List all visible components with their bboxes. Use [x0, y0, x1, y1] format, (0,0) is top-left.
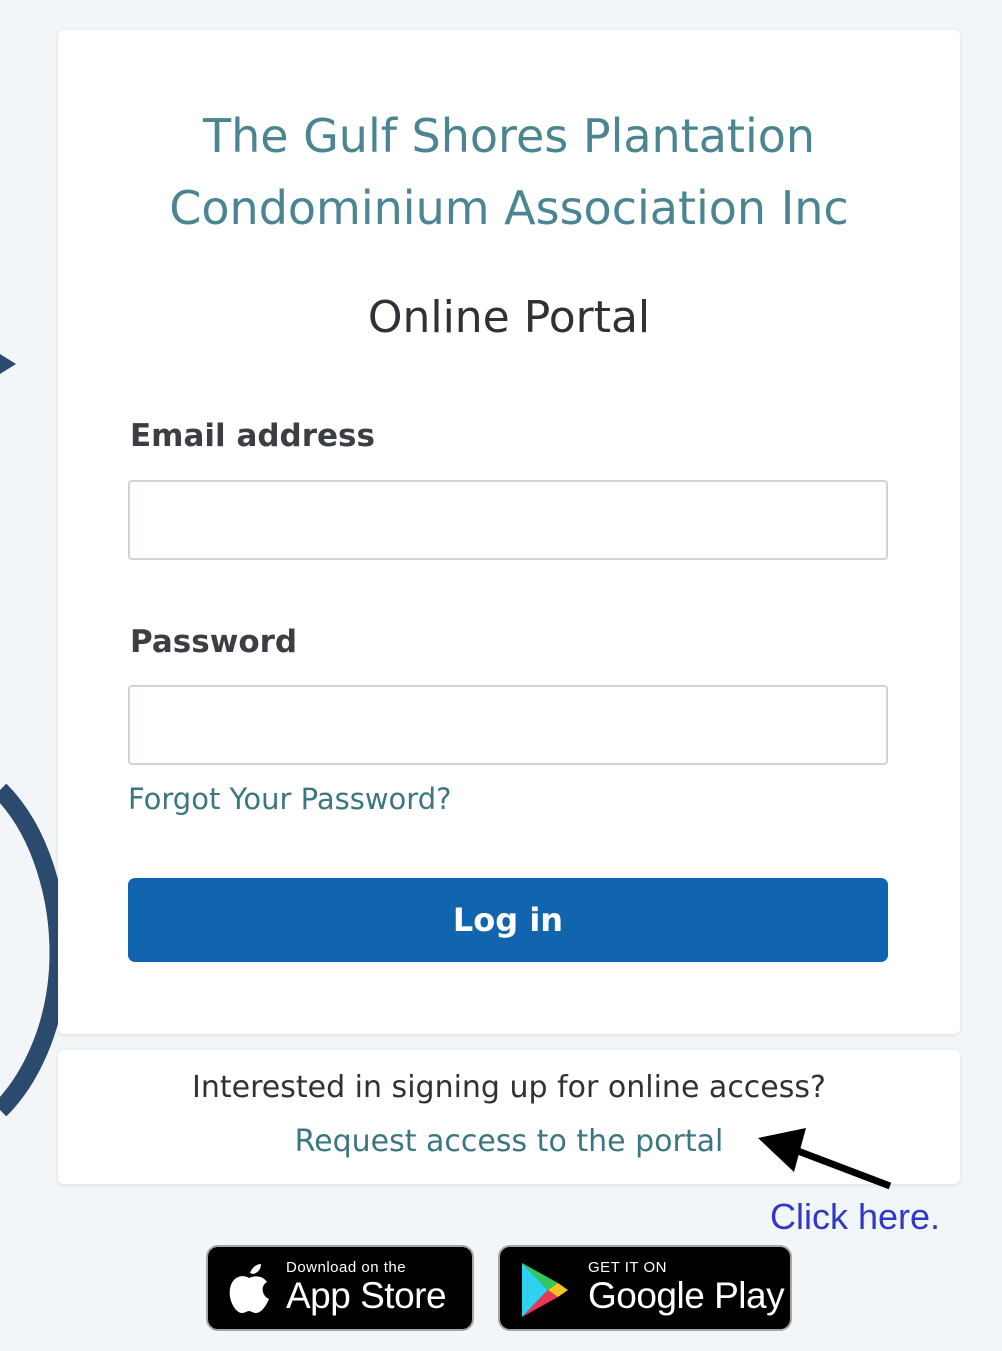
google-play-big-text: Google Play	[588, 1275, 785, 1316]
password-label: Password	[130, 624, 298, 660]
login-button[interactable]: Log in	[128, 878, 888, 962]
password-input[interactable]	[128, 685, 888, 765]
portal-title: Online Portal	[367, 292, 651, 343]
login-card: The Gulf Shores Plantation Condominium A…	[58, 30, 960, 1034]
click-here-annotation: Click here.	[770, 1196, 941, 1237]
email-input[interactable]	[128, 480, 888, 560]
curve-arrowhead	[0, 354, 16, 374]
app-store-badge[interactable]: Download on the App Store	[206, 1245, 474, 1331]
apple-icon	[229, 1264, 269, 1313]
google-play-icon	[522, 1263, 568, 1317]
email-label: Email address	[130, 418, 375, 454]
google-play-badge[interactable]: GET IT ON Google Play	[498, 1245, 792, 1331]
curve-arc	[0, 783, 68, 1117]
app-store-small-text: Download on the	[286, 1259, 407, 1276]
signup-prompt: Interested in signing up for online acce…	[192, 1070, 826, 1105]
app-store-big-text: App Store	[286, 1275, 447, 1316]
login-page: The Gulf Shores Plantation Condominium A…	[0, 0, 1002, 1351]
signup-card: Interested in signing up for online acce…	[58, 1050, 960, 1184]
forgot-password-link[interactable]: Forgot Your Password?	[128, 782, 452, 816]
organization-title: The Gulf Shores Plantation Condominium A…	[169, 109, 849, 235]
google-play-small-text: GET IT ON	[588, 1259, 667, 1276]
request-access-link[interactable]: Request access to the portal	[58, 1124, 960, 1159]
